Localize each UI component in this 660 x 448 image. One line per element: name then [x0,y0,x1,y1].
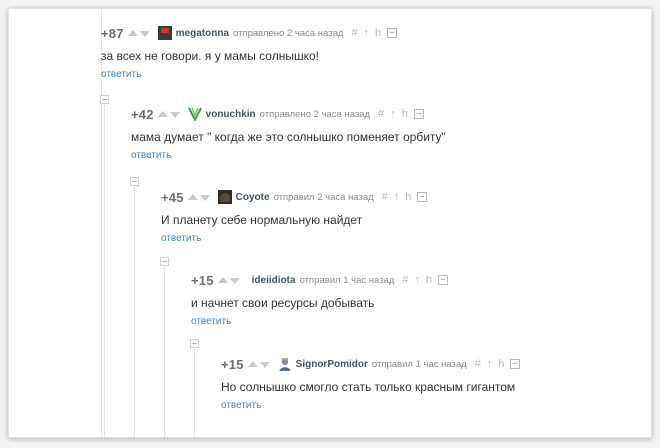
thread-icon[interactable]: h [402,108,408,120]
save-icon[interactable] [438,275,449,285]
comment-score: +45 [161,189,184,205]
upvote-icon[interactable] [247,360,258,367]
permalink-icon[interactable]: # [475,358,481,370]
permalink-icon[interactable]: # [402,274,408,286]
user-avatar[interactable] [157,26,172,40]
downvote-icon[interactable] [229,277,240,284]
comment-score: +42 [131,106,154,122]
comment-timestamp: отправил 1 час назад [371,358,467,370]
permalink-icon[interactable]: # [382,191,388,203]
reply-link[interactable]: ответить [101,69,403,80]
comment-header: +15 ideiidiota отправил 1 час назад # ↑ … [191,272,454,288]
comment-timestamp: отправил 2 часа назад [273,191,374,203]
comment-score: +15 [191,272,214,288]
parent-link-icon[interactable]: ↑ [487,358,493,370]
collapse-toggle[interactable] [100,95,109,104]
save-icon[interactable] [413,109,424,119]
thread-icon[interactable]: h [405,191,411,203]
collapse-toggle[interactable] [130,177,139,186]
reply-link[interactable]: ответить [191,316,454,327]
comment-header: +15 SignorPomidor отправил 1 час назад #… [221,356,526,372]
user-avatar[interactable] [187,107,202,123]
comment: +87 megatonna отправлено 2 часа назад # … [101,25,403,80]
parent-link-icon[interactable]: ↑ [390,108,396,120]
comment-text: Но солнышко смогло стать только красным … [221,380,516,394]
thread-line [104,105,105,437]
reply-link[interactable]: ответить [221,400,526,411]
user-avatar[interactable] [217,190,232,204]
thread-line [134,187,135,437]
comment-score: +87 [101,25,124,41]
comment-username[interactable]: megatonna [176,28,229,39]
permalink-icon[interactable]: # [378,108,384,120]
comment-text: за всех не говори. я у мамы солнышко! [101,49,319,63]
save-icon[interactable] [510,359,521,369]
downvote-icon[interactable] [259,361,270,368]
comment: +42 vonuchkin отправлено 2 часа назад # … [131,106,446,162]
save-icon[interactable] [417,192,428,202]
comment-header: +42 vonuchkin отправлено 2 часа назад # … [131,106,446,123]
upvote-icon[interactable] [127,29,138,36]
thread-icon[interactable]: h [426,274,432,286]
reply-link[interactable]: ответить [161,233,433,244]
comment-thread: +87 megatonna отправлено 2 часа назад # … [8,8,652,438]
comment-score: +15 [221,356,244,372]
comment-text: и начнет свои ресурсы добывать [191,296,375,310]
permalink-icon[interactable]: # [351,27,357,39]
thread-icon[interactable]: h [498,358,504,370]
downvote-icon[interactable] [169,111,180,118]
upvote-icon[interactable] [157,110,168,117]
collapse-toggle[interactable] [160,257,169,266]
comment-header: +45 Coyote отправил 2 часа назад # ↑ h [161,189,433,205]
comment-timestamp: отправил 1 час назад [299,274,395,286]
comment: +45 Coyote отправил 2 часа назад # ↑ h И… [161,189,433,244]
comment-username[interactable]: Coyote [236,192,270,203]
comment: +15 SignorPomidor отправил 1 час назад #… [221,356,526,411]
thread-icon[interactable]: h [375,27,381,39]
upvote-icon[interactable] [217,276,228,283]
save-icon[interactable] [387,28,398,38]
user-avatar[interactable] [278,357,292,371]
upvote-icon[interactable] [187,193,198,200]
parent-link-icon[interactable]: ↑ [394,191,400,203]
downvote-icon[interactable] [139,30,150,37]
thread-line [164,267,165,437]
comment-username[interactable]: ideiidiota [252,275,296,286]
parent-link-icon[interactable]: ↑ [364,27,370,39]
comment-text: мама думает " когда же это солнышко поме… [131,130,446,144]
comment-text: И планету себе нормальную найдет [161,213,363,227]
comment-username[interactable]: SignorPomidor [296,359,368,370]
thread-line [194,349,195,437]
collapse-toggle[interactable] [190,339,199,348]
parent-link-icon[interactable]: ↑ [415,274,421,286]
comment: +15 ideiidiota отправил 1 час назад # ↑ … [191,272,454,327]
comment-header: +87 megatonna отправлено 2 часа назад # … [101,25,403,41]
downvote-icon[interactable] [199,194,210,201]
comment-timestamp: отправлено 2 часа назад [259,108,371,120]
reply-link[interactable]: ответить [131,150,446,161]
comment-username[interactable]: vonuchkin [206,109,256,120]
comment-timestamp: отправлено 2 часа назад [233,27,344,39]
